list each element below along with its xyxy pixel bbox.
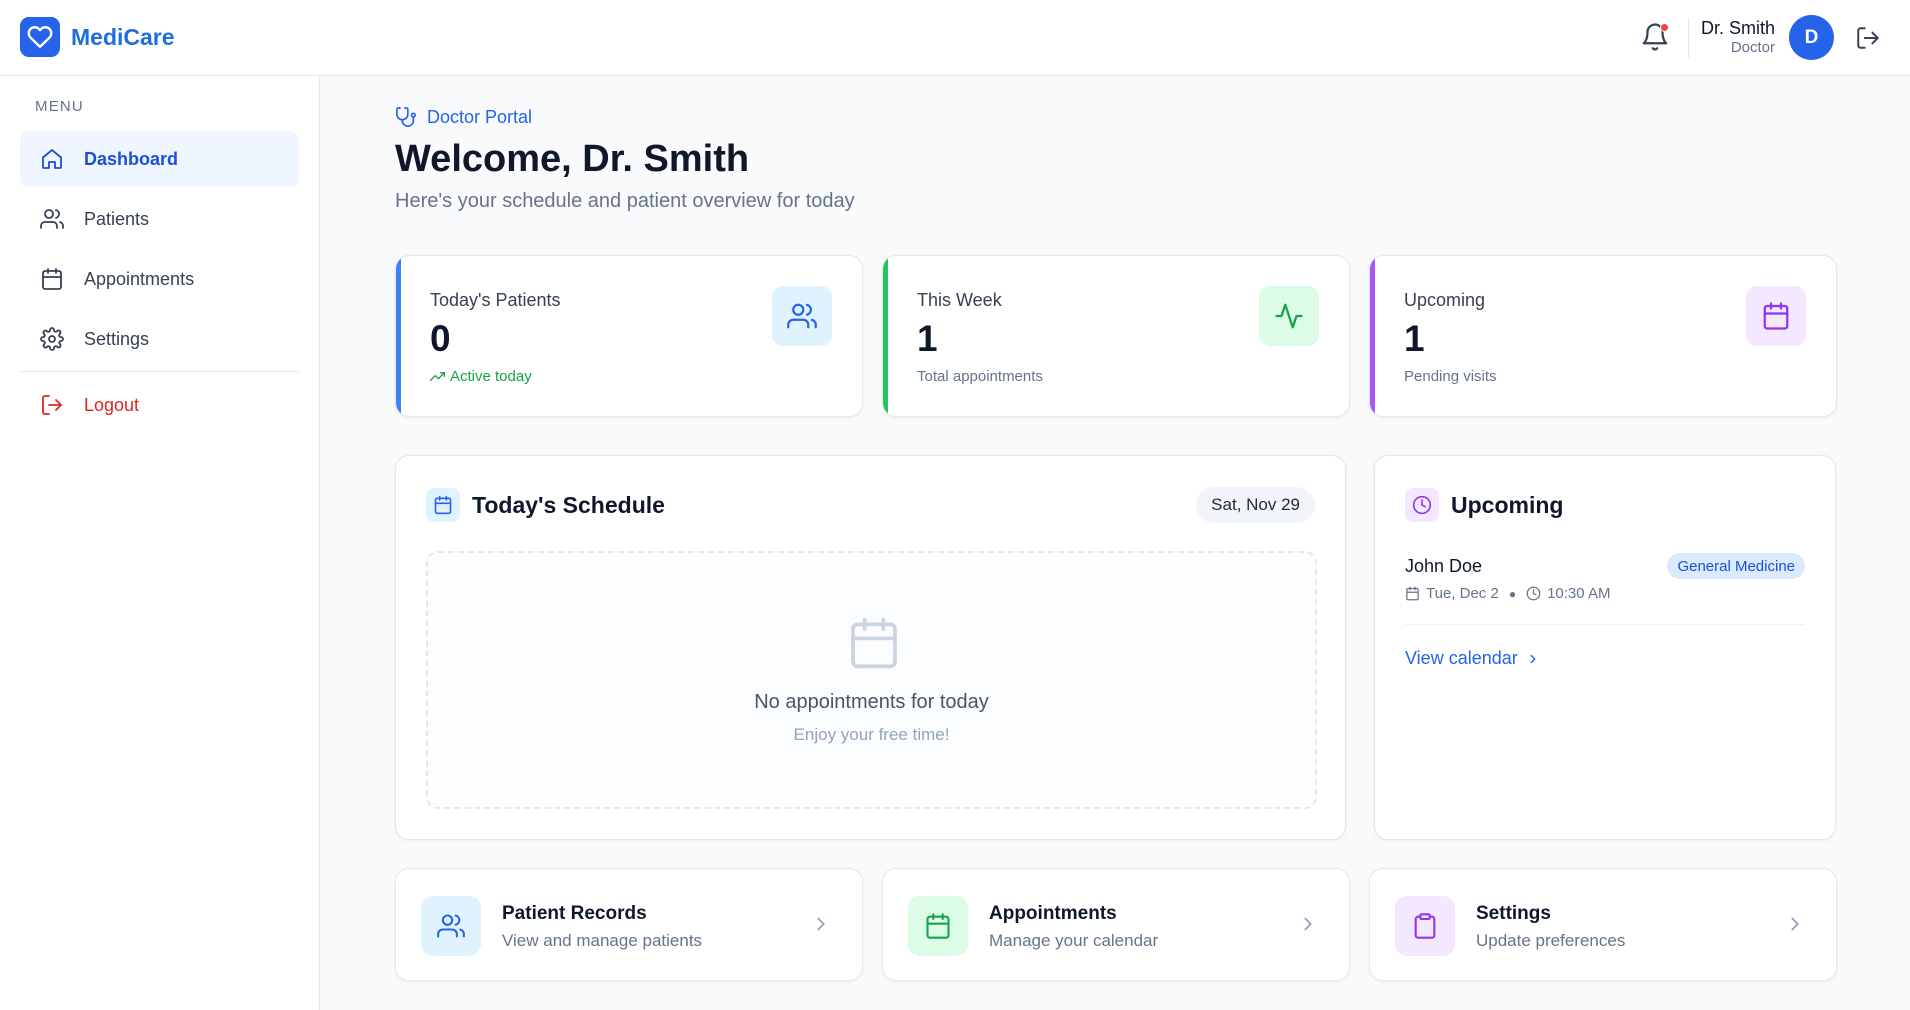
sidebar-item-logout[interactable]: Logout xyxy=(20,377,299,433)
calendar-icon xyxy=(426,488,460,522)
menu-label: MENU xyxy=(35,98,84,115)
empty-subtitle: Enjoy your free time! xyxy=(793,725,950,744)
sidebar-item-label: Logout xyxy=(84,394,140,415)
notification-dot xyxy=(1660,23,1669,32)
empty-schedule: No appointments for today Enjoy your fre… xyxy=(426,551,1317,809)
header-divider xyxy=(1688,18,1689,58)
specialty-badge: General Medicine xyxy=(1667,553,1805,579)
portal-label: Doctor Portal xyxy=(395,106,532,128)
sidebar-item-settings[interactable]: Settings xyxy=(20,311,299,367)
chevron-right-icon xyxy=(817,917,825,931)
user-info: Dr. Smith Doctor xyxy=(1701,18,1775,58)
stat-sub: Active today xyxy=(430,368,532,385)
view-calendar-label: View calendar xyxy=(1405,648,1518,668)
logout-icon xyxy=(42,395,62,415)
appointment-meta: Tue, Dec 2 ● 10:30 AM xyxy=(1405,585,1610,602)
stat-card-this-week: This Week 1 Total appointments xyxy=(882,255,1350,417)
activity-icon xyxy=(1259,286,1319,346)
sidebar-item-label: Settings xyxy=(84,328,150,349)
calendar-icon xyxy=(908,896,968,956)
trending-up-icon xyxy=(430,372,445,381)
users-icon xyxy=(40,209,64,229)
chevron-right-icon xyxy=(1304,917,1312,931)
quick-link-subtitle: Manage your calendar xyxy=(989,931,1159,950)
users-icon xyxy=(421,896,481,956)
sidebar-divider xyxy=(20,371,299,372)
separator-dot: ● xyxy=(1508,586,1517,601)
chevron-right-icon xyxy=(1530,654,1536,663)
quick-link-subtitle: Update preferences xyxy=(1476,931,1626,950)
quick-link-patient-records[interactable]: Patient Records View and manage patients xyxy=(395,868,863,981)
stat-card-todays-patients: Today's Patients 0 Active today xyxy=(395,255,863,417)
sidebar-item-label: Appointments xyxy=(84,268,195,289)
stat-label: This Week xyxy=(917,290,1002,310)
portal-label-text: Doctor Portal xyxy=(427,106,533,127)
stat-accent-bar xyxy=(883,256,888,416)
sidebar: MENU Dashboard Patients Appointments Set… xyxy=(0,76,320,1010)
panel-title: Upcoming xyxy=(1451,492,1564,518)
home-icon xyxy=(42,149,62,169)
sidebar-item-label: Patients xyxy=(84,208,150,229)
stat-accent-bar xyxy=(396,256,401,416)
user-name: Dr. Smith xyxy=(1700,18,1775,38)
stat-value: 1 xyxy=(1404,318,1425,359)
stat-sub: Total appointments xyxy=(917,368,1043,385)
calendar-icon xyxy=(1746,286,1806,346)
brand-logo[interactable]: MediCare xyxy=(20,17,175,57)
empty-title: No appointments for today xyxy=(754,691,989,713)
notifications-button[interactable] xyxy=(1640,22,1670,52)
clock-icon xyxy=(1526,586,1541,601)
heart-icon xyxy=(20,17,60,57)
logout-icon xyxy=(1857,27,1879,49)
appointment-time: 10:30 AM xyxy=(1547,585,1611,602)
stat-value: 1 xyxy=(917,318,938,359)
calendar-icon xyxy=(851,617,897,669)
clipboard-icon xyxy=(1395,896,1455,956)
gear-icon xyxy=(40,327,64,351)
todays-schedule-panel: Today's Schedule Sat, Nov 29 No appointm… xyxy=(395,455,1346,840)
chevron-right-icon xyxy=(1791,917,1799,931)
stat-value: 0 xyxy=(430,318,451,359)
header-logout-button[interactable] xyxy=(1855,25,1881,51)
users-icon xyxy=(772,286,832,346)
quick-link-title: Appointments xyxy=(989,903,1117,924)
quick-link-title: Settings xyxy=(1476,903,1551,924)
stat-label: Today's Patients xyxy=(430,290,561,310)
stat-sub-text: Active today xyxy=(450,368,532,385)
clock-icon xyxy=(1405,488,1439,522)
page-subtitle: Here's your schedule and patient overvie… xyxy=(395,190,855,212)
sidebar-item-appointments[interactable]: Appointments xyxy=(20,251,299,307)
view-calendar-link[interactable]: View calendar xyxy=(1405,648,1540,669)
quick-link-title: Patient Records xyxy=(502,903,647,924)
stat-card-upcoming: Upcoming 1 Pending visits xyxy=(1369,255,1837,417)
user-role: Doctor xyxy=(1730,39,1775,56)
avatar[interactable]: D xyxy=(1789,15,1834,60)
stethoscope-icon xyxy=(396,107,416,127)
divider xyxy=(1405,624,1805,625)
quick-link-subtitle: View and manage patients xyxy=(502,931,703,950)
sidebar-item-dashboard[interactable]: Dashboard xyxy=(20,131,299,187)
quick-link-appointments[interactable]: Appointments Manage your calendar xyxy=(882,868,1350,981)
page-title: Welcome, Dr. Smith xyxy=(395,138,750,180)
date-badge: Sat, Nov 29 xyxy=(1196,487,1315,523)
brand-name: MediCare xyxy=(71,23,175,50)
stat-sub: Pending visits xyxy=(1404,368,1497,385)
calendar-icon xyxy=(42,268,62,290)
quick-link-settings[interactable]: Settings Update preferences xyxy=(1369,868,1837,981)
appointment-date: Tue, Dec 2 xyxy=(1426,585,1499,602)
panel-title: Today's Schedule xyxy=(472,492,665,518)
upcoming-panel: Upcoming John Doe General Medicine Tue, … xyxy=(1374,455,1836,840)
calendar-icon xyxy=(1406,586,1419,601)
appointment-patient: John Doe xyxy=(1405,556,1483,576)
sidebar-item-patients[interactable]: Patients xyxy=(20,191,299,247)
stat-label: Upcoming xyxy=(1404,290,1486,310)
stat-accent-bar xyxy=(1370,256,1375,416)
top-header: MediCare Dr. Smith Doctor D xyxy=(0,0,1910,76)
sidebar-item-label: Dashboard xyxy=(84,148,179,169)
